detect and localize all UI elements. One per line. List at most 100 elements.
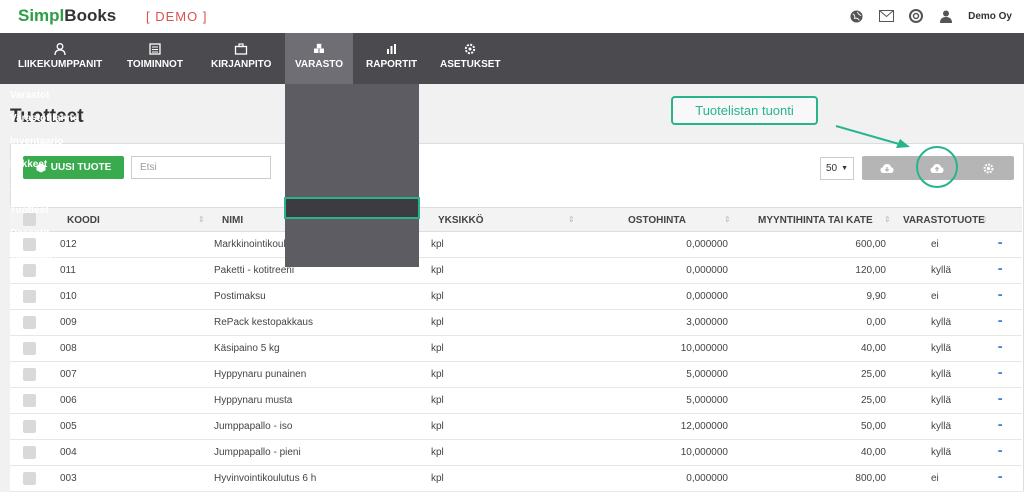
- row-actions-icon[interactable]: •••: [998, 397, 1002, 403]
- header-koodi[interactable]: KOODI: [67, 215, 100, 226]
- menu-item-reseptit[interactable]: Reseptit: [10, 228, 49, 239]
- cell-code: 011: [60, 265, 76, 276]
- cell-stock-item: kyllä: [931, 369, 952, 380]
- cell-code: 008: [60, 343, 77, 354]
- cell-code: 004: [60, 447, 77, 458]
- row-actions-icon[interactable]: •••: [998, 267, 1002, 273]
- cell-name: Postimaksu: [214, 291, 266, 302]
- sort-icon: ⇕: [884, 215, 891, 224]
- cell-code: 006: [60, 395, 77, 406]
- header-nimi[interactable]: NIMI: [222, 215, 243, 226]
- row-checkbox[interactable]: [23, 394, 36, 407]
- cubes-icon: [313, 43, 324, 53]
- company-name[interactable]: Demo Oy: [968, 11, 1012, 22]
- table-row[interactable]: 012 Markkinointikoulutus kpl 0,000000 600,00…: [10, 232, 1022, 258]
- cloud-download-button[interactable]: [862, 156, 912, 180]
- table-row[interactable]: 004 Jumppapallo - pieni kpl 10,000000 40,00 k…: [10, 440, 1022, 466]
- cell-code: 012: [60, 239, 77, 250]
- menu-item-asiakirjat[interactable]: Asiakirjat: [10, 182, 55, 193]
- cell-stock-item: ei: [931, 239, 939, 250]
- cell-code: 005: [60, 421, 77, 432]
- globe-icon[interactable]: [848, 8, 864, 24]
- row-checkbox[interactable]: [23, 368, 36, 381]
- list-icon: [149, 43, 161, 55]
- cell-stock-item: kyllä: [931, 343, 952, 354]
- cell-unit: kpl: [431, 265, 444, 276]
- row-checkbox[interactable]: [23, 342, 36, 355]
- row-actions-icon[interactable]: •••: [998, 371, 1002, 377]
- row-checkbox[interactable]: [23, 316, 36, 329]
- row-actions-icon[interactable]: •••: [998, 423, 1002, 429]
- dropdown-highlight: [284, 197, 420, 219]
- sort-icon: ⇕: [724, 215, 731, 224]
- logo[interactable]: SimplBooks: [18, 6, 116, 26]
- row-actions-icon[interactable]: •••: [998, 475, 1002, 481]
- header-myyntihinta[interactable]: MYYNTIHINTA TAI KATE: [758, 215, 873, 226]
- row-actions-icon[interactable]: •••: [998, 293, 1002, 299]
- menu-item-varastotilanne[interactable]: Varastotilanne: [10, 113, 78, 124]
- menu-item-inventaario[interactable]: Inventaario: [10, 136, 63, 147]
- cell-unit: kpl: [431, 473, 444, 484]
- nav-raportit[interactable]: RAPORTIT: [356, 33, 427, 84]
- caret-down-icon: ▼: [841, 165, 849, 172]
- table-row[interactable]: 005 Jumppapallo - iso kpl 12,000000 50,00 kyl…: [10, 414, 1022, 440]
- table-row[interactable]: 009 RePack kestopakkaus kpl 3,000000 0,00 kyl…: [10, 310, 1022, 336]
- table-row[interactable]: 006 Hyppynaru musta kpl 5,000000 25,00 kyllä •…: [10, 388, 1022, 414]
- row-actions-icon[interactable]: •••: [998, 319, 1002, 325]
- cell-unit: kpl: [431, 395, 444, 406]
- cell-sales-price: 600,00: [855, 239, 886, 250]
- table-row[interactable]: 007 Hyppynaru punainen kpl 5,000000 25,00 kyl…: [10, 362, 1022, 388]
- user-icon[interactable]: [938, 8, 954, 24]
- cell-purchase-price: 0,000000: [686, 291, 728, 302]
- nav-asetukset[interactable]: ASETUKSET: [430, 33, 511, 84]
- cell-unit: kpl: [431, 447, 444, 458]
- row-actions-icon[interactable]: •••: [998, 345, 1002, 351]
- cell-purchase-price: 10,000000: [680, 447, 728, 458]
- header-yksikko[interactable]: YKSIKKÖ: [438, 215, 484, 226]
- row-actions-icon[interactable]: •••: [998, 449, 1002, 455]
- search-input[interactable]: [131, 156, 271, 179]
- cell-unit: kpl: [431, 421, 444, 432]
- cell-name: RePack kestopakkaus: [214, 317, 313, 328]
- nav-liikekumppanit[interactable]: LIIKEKUMPPANIT: [8, 33, 112, 84]
- menu-item-tuotanto[interactable]: Tuotanto: [10, 251, 52, 262]
- mail-icon[interactable]: [878, 8, 894, 24]
- cell-unit: kpl: [431, 343, 444, 354]
- menu-item-liikkeet[interactable]: Liikkeet: [10, 159, 47, 170]
- cell-unit: kpl: [431, 317, 444, 328]
- row-checkbox[interactable]: [23, 446, 36, 459]
- row-checkbox[interactable]: [23, 420, 36, 433]
- cloud-download-icon: [880, 163, 894, 173]
- gear-icon: [465, 43, 476, 55]
- nav-toiminnot[interactable]: TOIMINNOT: [117, 33, 193, 84]
- cell-stock-item: kyllä: [931, 447, 952, 458]
- menu-item-tuotteet[interactable]: Tuotteet: [10, 205, 49, 216]
- cell-name: Paketti - kotitreeni: [214, 265, 295, 276]
- cell-unit: kpl: [431, 291, 444, 302]
- row-checkbox[interactable]: [23, 238, 36, 251]
- cell-purchase-price: 0,000000: [686, 265, 728, 276]
- header-varastotuote[interactable]: VARASTOTUOTE: [903, 215, 985, 226]
- top-icons: Demo Oy: [848, 8, 1012, 24]
- nav-kirjanpito[interactable]: KIRJANPITO: [201, 33, 281, 84]
- row-actions-icon[interactable]: •••: [998, 241, 1002, 247]
- row-checkbox[interactable]: [23, 472, 36, 485]
- table-row[interactable]: 003 Hyvinvointikoulutus 6 h kpl 0,000000 800…: [10, 466, 1022, 492]
- table-row[interactable]: 008 Käsipaino 5 kg kpl 10,000000 40,00 kyllä •…: [10, 336, 1022, 362]
- cell-sales-price: 0,00: [866, 317, 886, 328]
- table-row[interactable]: 011 Paketti - kotitreeni kpl 0,000000 120,00…: [10, 258, 1022, 284]
- lifebuoy-icon[interactable]: [908, 8, 924, 24]
- cell-purchase-price: 5,000000: [686, 395, 728, 406]
- settings-button[interactable]: [962, 156, 1014, 180]
- row-checkbox[interactable]: [23, 264, 36, 277]
- header-ostohinta[interactable]: OSTOHINTA: [628, 215, 686, 226]
- table-row[interactable]: 010 Postimaksu kpl 0,000000 9,90 ei •••: [10, 284, 1022, 310]
- per-page-select[interactable]: 50 ▼: [820, 157, 854, 180]
- cell-sales-price: 40,00: [860, 343, 886, 354]
- cell-purchase-price: 5,000000: [686, 369, 728, 380]
- nav-varasto[interactable]: VARASTO: [285, 33, 353, 84]
- row-checkbox[interactable]: [23, 290, 36, 303]
- menu-item-varastot[interactable]: Varastot: [10, 90, 49, 101]
- cell-name: Jumppapallo - iso: [214, 421, 293, 432]
- top-bar: SimplBooks [ DEMO ] Demo Oy: [0, 0, 1024, 34]
